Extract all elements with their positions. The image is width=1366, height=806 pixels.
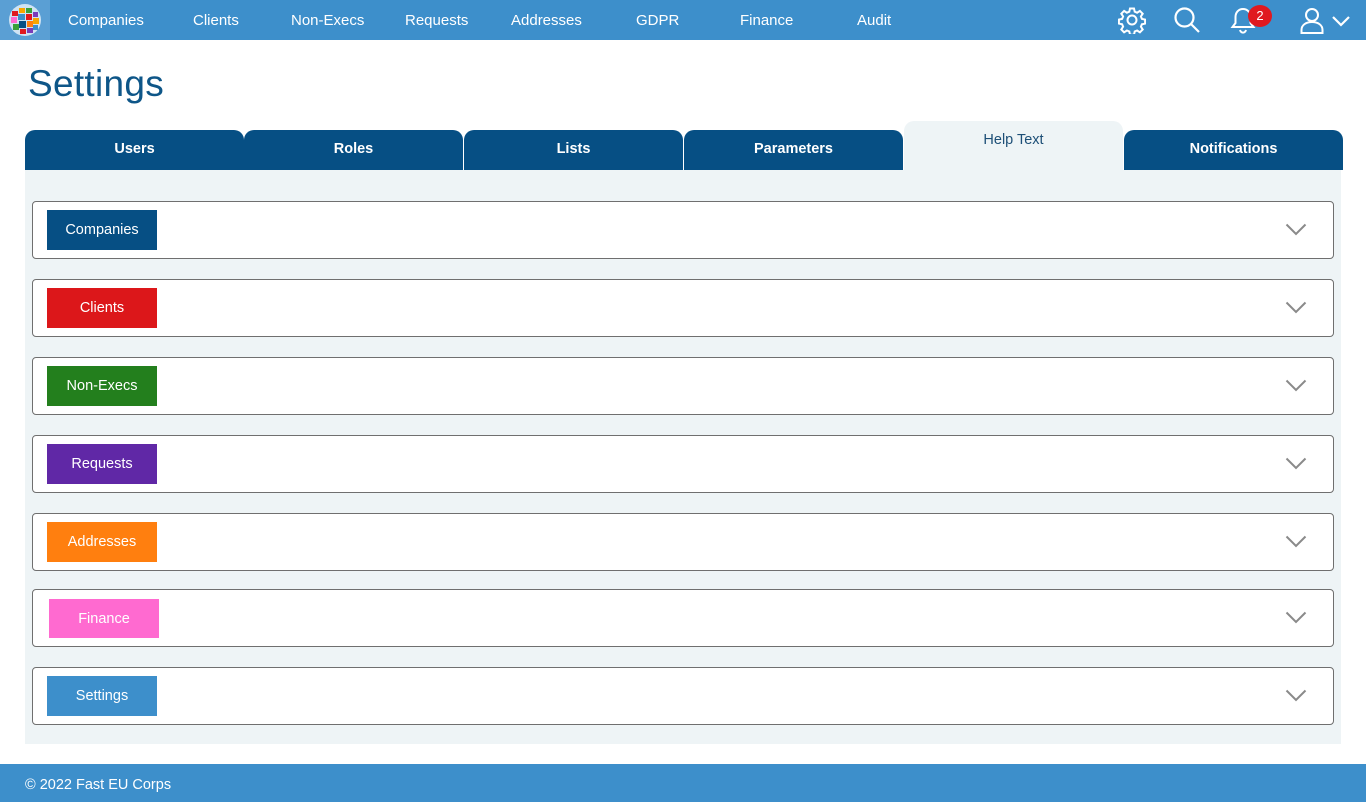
accordion-requests[interactable]: Requests: [32, 435, 1334, 493]
tab-users[interactable]: Users: [25, 130, 244, 170]
globe-logo-icon: [9, 4, 41, 36]
page-title: Settings: [28, 63, 165, 104]
nav-gdpr[interactable]: GDPR: [636, 0, 679, 40]
gear-icon[interactable]: [1118, 6, 1146, 34]
nav-clients[interactable]: Clients: [193, 0, 239, 40]
chevron-down-icon: [1285, 223, 1307, 236]
accordion-addresses[interactable]: Addresses: [32, 513, 1334, 571]
chevron-down-icon: [1285, 301, 1307, 314]
tab-lists[interactable]: Lists: [464, 130, 683, 170]
tab-roles[interactable]: Roles: [244, 130, 463, 170]
section-label-requests: Requests: [47, 444, 157, 484]
chevron-down-icon: [1285, 379, 1307, 392]
nav-requests[interactable]: Requests: [405, 0, 468, 40]
tab-notifications[interactable]: Notifications: [1124, 130, 1343, 170]
nav-non-execs[interactable]: Non-Execs: [291, 0, 364, 40]
user-icon[interactable]: [1297, 6, 1327, 34]
app-logo[interactable]: [0, 0, 50, 40]
nav-companies[interactable]: Companies: [68, 0, 144, 40]
tab-parameters[interactable]: Parameters: [684, 130, 903, 170]
section-label-companies: Companies: [47, 210, 157, 250]
tab-help-text[interactable]: Help Text: [904, 121, 1123, 170]
copyright-text: © 2022 Fast EU Corps: [25, 777, 172, 793]
accordion-companies[interactable]: Companies: [32, 201, 1334, 259]
section-label-clients: Clients: [47, 288, 157, 328]
nav-finance[interactable]: Finance: [740, 0, 793, 40]
accordion-settings[interactable]: Settings: [32, 667, 1334, 725]
chevron-down-icon: [1285, 611, 1307, 624]
top-navbar: Companies Clients Non-Execs Requests Add…: [0, 0, 1366, 40]
chevron-down-icon: [1285, 457, 1307, 470]
notification-count-badge: 2: [1248, 5, 1272, 27]
section-label-finance: Finance: [49, 599, 159, 638]
chevron-down-icon: [1285, 535, 1307, 548]
section-label-settings: Settings: [47, 676, 157, 716]
accordion-non-execs[interactable]: Non-Execs: [32, 357, 1334, 415]
nav-addresses[interactable]: Addresses: [511, 0, 582, 40]
section-label-addresses: Addresses: [47, 522, 157, 562]
chevron-down-icon: [1285, 689, 1307, 702]
search-icon[interactable]: [1173, 6, 1201, 34]
accordion-finance[interactable]: Finance: [32, 589, 1334, 647]
footer: © 2022 Fast EU Corps: [0, 764, 1366, 802]
chevron-down-icon[interactable]: [1331, 15, 1351, 27]
accordion-clients[interactable]: Clients: [32, 279, 1334, 337]
nav-audit[interactable]: Audit: [857, 0, 891, 40]
section-label-non-execs: Non-Execs: [47, 366, 157, 406]
